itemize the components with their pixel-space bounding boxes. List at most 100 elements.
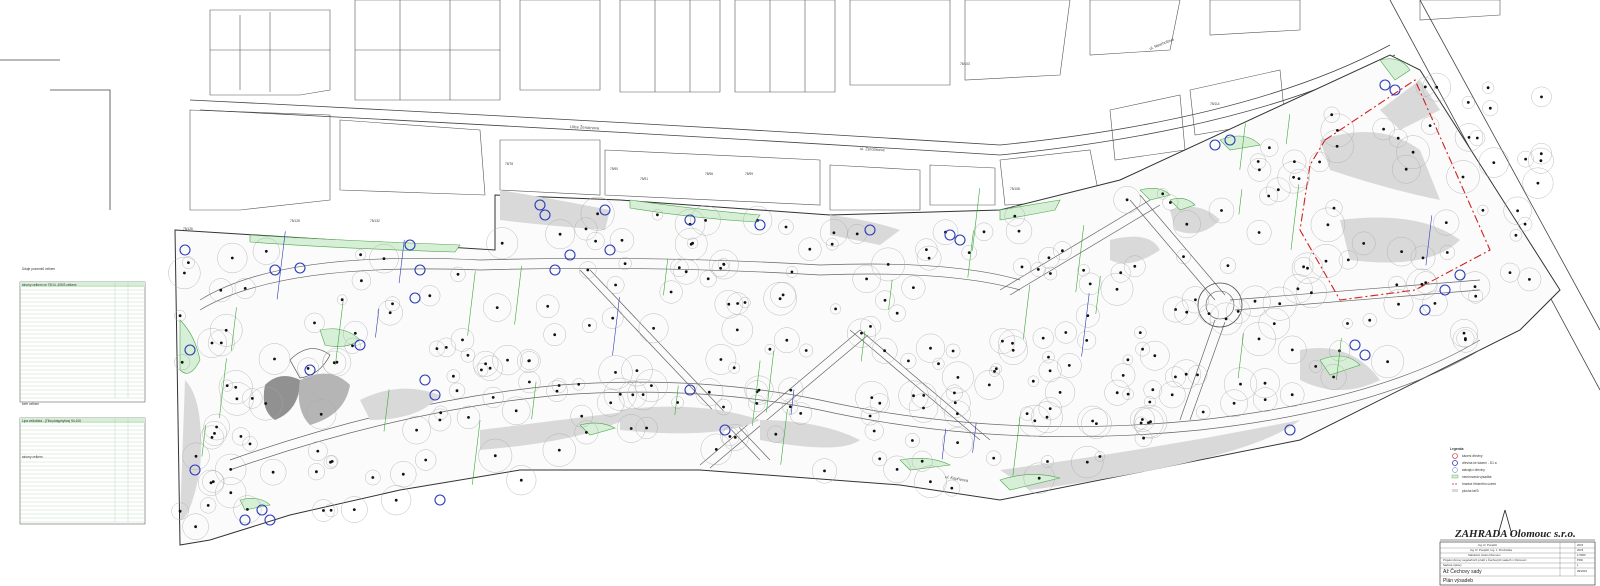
tree-point	[319, 412, 323, 416]
title-field: 2015	[1577, 548, 1584, 552]
tree-point	[1326, 223, 1330, 227]
tree-point	[1115, 287, 1119, 291]
tree-point	[1098, 455, 1102, 458]
tree-point	[1141, 418, 1144, 421]
tree-point	[1185, 222, 1189, 226]
tree-point	[1091, 419, 1094, 423]
tree-point	[1314, 365, 1318, 368]
tree-point	[1033, 419, 1037, 423]
tree-point	[1047, 355, 1050, 359]
tree-point	[912, 286, 915, 289]
tree-point	[1330, 113, 1334, 117]
tree-point	[329, 460, 332, 464]
tree-point	[229, 468, 233, 471]
tree-point	[1182, 255, 1185, 258]
title-field: Statutární město Olomouc	[1468, 553, 1501, 557]
tree-point	[1514, 233, 1518, 237]
tree-point	[1253, 299, 1257, 303]
tree-point	[1421, 256, 1425, 260]
tree-point	[1095, 422, 1098, 425]
tree-point	[735, 328, 739, 332]
tree-point	[719, 358, 723, 361]
tree-point	[313, 321, 316, 325]
tree-point	[994, 367, 998, 371]
tree-point	[352, 508, 356, 511]
tree-point	[359, 253, 362, 257]
legend-symbol-existing	[1452, 467, 1458, 473]
tree-point	[950, 486, 954, 490]
tree-point	[1224, 317, 1228, 321]
tree-point	[1444, 221, 1448, 225]
tree-point	[1268, 146, 1271, 150]
tree-point	[187, 261, 190, 264]
tree-point	[264, 249, 268, 253]
tree-point	[243, 287, 247, 290]
parcel-label: 75/125	[290, 219, 300, 223]
tree-point	[804, 349, 808, 352]
tree-point	[1290, 393, 1294, 397]
tree-point	[206, 504, 210, 507]
tree-point	[1236, 310, 1240, 313]
tree-point	[992, 456, 996, 460]
tree-point	[435, 347, 439, 350]
tree-point	[719, 266, 722, 270]
tree-point	[993, 370, 996, 373]
table-row-label: keře celkem	[22, 402, 40, 406]
tree-point	[929, 346, 932, 350]
table-row-label: Lipa velkolistá - (Tilia platyphyllos) 9…	[22, 419, 81, 423]
tree-point	[1169, 201, 1172, 204]
tree-point	[609, 401, 613, 405]
legend-item: dřevina ke kácení - D1 a	[1462, 461, 1497, 465]
tree-point	[1045, 415, 1049, 419]
park-boundary	[174, 54, 1561, 546]
tree-point	[1536, 181, 1540, 185]
title-field: Projekt obnovy vegetačních prvků v Čecho…	[1443, 557, 1527, 562]
tree-point	[1046, 460, 1049, 463]
tree-point	[1185, 310, 1189, 314]
tree-point	[1174, 308, 1177, 311]
tree-point	[1036, 268, 1040, 271]
tree-point	[755, 402, 759, 405]
tree-point	[623, 262, 627, 265]
tree-point	[620, 238, 624, 242]
tree-point	[1528, 278, 1531, 281]
tree-point	[743, 301, 747, 304]
tree-point	[224, 328, 228, 332]
tree-point	[1001, 339, 1004, 343]
parcel-label: 75/91	[640, 177, 648, 181]
tree-point	[1428, 124, 1432, 127]
tree-point	[495, 306, 499, 309]
tree-point	[706, 277, 710, 281]
legend-title: Legenda:	[1450, 447, 1464, 451]
tree-point	[1297, 177, 1301, 181]
tree-point	[1037, 476, 1041, 480]
tree-point	[733, 436, 737, 439]
tree-point	[461, 338, 464, 342]
tree-point	[785, 338, 789, 342]
tree-point	[506, 358, 509, 362]
tree-point	[1142, 436, 1145, 440]
tree-point	[1302, 265, 1305, 269]
tree-point	[1411, 150, 1415, 154]
tree-point	[1151, 388, 1155, 392]
tree-point	[789, 388, 793, 392]
tree-point	[322, 509, 325, 512]
tree-point	[869, 325, 872, 328]
tree-point	[1121, 374, 1125, 377]
tree-point	[1013, 214, 1017, 218]
tree-point	[1332, 375, 1335, 379]
tree-point	[1153, 354, 1157, 358]
tree-point	[306, 367, 310, 370]
tree-point	[618, 392, 622, 396]
drawing-subtitle: Plán výsadeb	[1443, 578, 1473, 584]
tree-point	[768, 347, 772, 351]
tree-point	[1473, 285, 1477, 288]
tree-point	[1467, 136, 1471, 139]
tree-point	[656, 213, 659, 217]
title-field: 2015	[1577, 543, 1584, 547]
tree-point	[353, 331, 357, 335]
legend-symbol-shrub	[1452, 489, 1458, 492]
tree-point	[1324, 259, 1328, 263]
tree-point	[1257, 337, 1261, 341]
tree-point	[1306, 266, 1309, 270]
